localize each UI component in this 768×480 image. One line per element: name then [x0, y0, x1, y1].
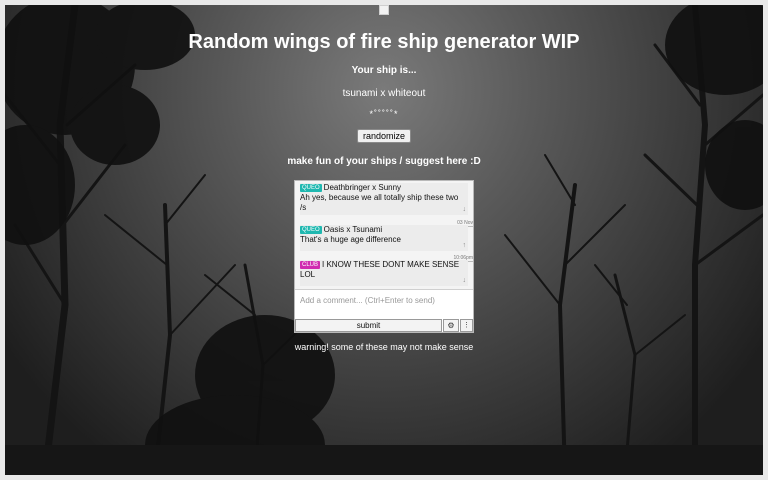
user-tag: CLUB — [300, 261, 321, 269]
vote-icon[interactable]: ↑ — [463, 242, 467, 249]
page-background: Random wings of fire ship generator WIP … — [5, 5, 763, 475]
user-tag: QUEO — [300, 184, 322, 192]
comment-title: Oasis x Tsunami — [323, 225, 383, 234]
comment-title: Deathbringer x Sunny — [323, 183, 402, 192]
comment-body: That's a huge age difference — [300, 235, 402, 244]
comment-body: Ah yes, because we all totally ship thes… — [300, 193, 459, 212]
submit-button[interactable]: submit — [295, 319, 442, 332]
warning-text: warning! some of these may not make sens… — [294, 342, 474, 352]
page-title: Random wings of fire ship generator WIP — [188, 31, 580, 53]
comment-item: CLUB I KNOW THESE DONT MAKE SENSE LOL ↓ — [300, 260, 468, 286]
comment-item: QUEO Oasis x Tsunami That's a huge age di… — [300, 225, 468, 251]
vote-icon[interactable]: ↓ — [463, 206, 467, 213]
ship-heading: Your ship is... — [351, 65, 417, 76]
gear-icon[interactable]: ⚙ — [443, 319, 459, 332]
user-tag: QUEO — [300, 226, 322, 234]
more-icon[interactable]: ⋮ — [460, 319, 473, 332]
comment-title: I KNOW THESE DONT MAKE SENSE LOL — [300, 260, 460, 279]
comment-input[interactable]: Add a comment... (Ctrl+Enter to send) — [295, 289, 473, 319]
vote-icon[interactable]: ↓ — [463, 277, 467, 284]
ship-decoration: *˚˚˚˚˚* — [369, 109, 399, 119]
ship-result: tsunami x whiteout — [342, 88, 426, 99]
randomize-button[interactable]: randomize — [357, 129, 411, 143]
comment-widget: QUEO Deathbringer x Sunny Ah yes, because… — [294, 180, 474, 333]
suggest-heading: make fun of your ships / suggest here :D — [287, 156, 481, 167]
comment-list[interactable]: QUEO Deathbringer x Sunny Ah yes, because… — [295, 181, 473, 289]
comment-item: QUEO Deathbringer x Sunny Ah yes, because… — [300, 183, 468, 215]
header-image-placeholder — [379, 5, 389, 15]
